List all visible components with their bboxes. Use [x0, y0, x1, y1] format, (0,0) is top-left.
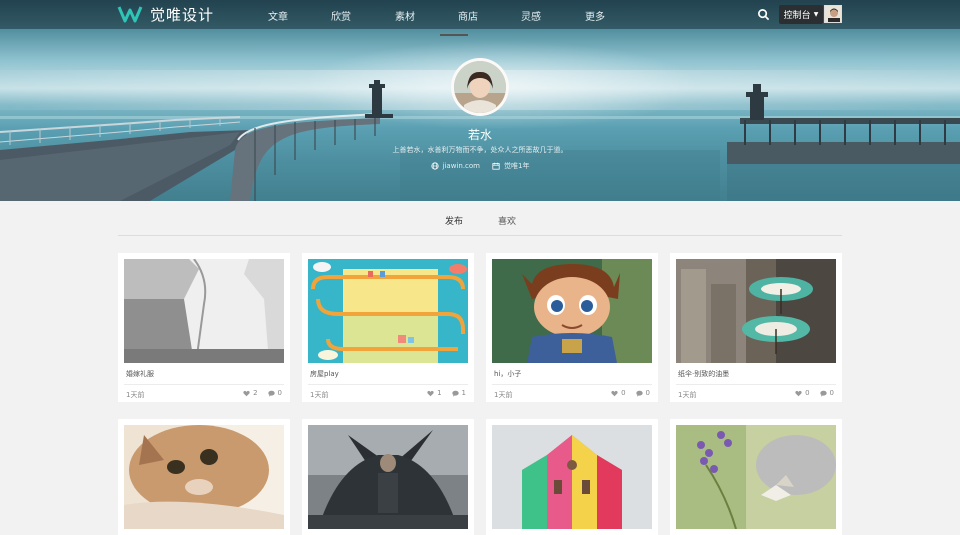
card-divider	[676, 384, 836, 385]
dark-knight-poster	[308, 425, 468, 529]
heart-icon[interactable]	[427, 390, 434, 397]
work-card[interactable]: 房屋play 1天前 1 1	[302, 253, 474, 402]
like-count: 0	[621, 389, 626, 397]
paper-umbrella-photo	[676, 259, 836, 363]
brand-name: 觉唯设计	[150, 5, 215, 24]
profile-avatar[interactable]	[451, 58, 509, 116]
comment-count: 0	[277, 389, 282, 397]
comment-icon[interactable]	[451, 390, 459, 397]
cartoon-boy-render	[492, 259, 652, 363]
active-tab-indicator	[440, 34, 468, 36]
brand-logo[interactable]: 觉唯设计	[117, 4, 214, 24]
calendar-icon	[492, 162, 500, 170]
work-card[interactable]	[486, 419, 658, 535]
comment-count: 0	[645, 389, 650, 397]
work-time: 1天前	[494, 391, 513, 399]
card-divider	[492, 384, 652, 385]
work-card[interactable]	[302, 419, 474, 535]
work-thumbnail[interactable]	[676, 425, 836, 529]
console-dropdown-button[interactable]: 控制台 ▼	[779, 5, 823, 24]
user-avatar-image	[825, 6, 841, 22]
work-thumbnail[interactable]	[492, 425, 652, 529]
tab-liked[interactable]: 喜欢	[498, 214, 516, 227]
console-label: 控制台	[783, 11, 811, 21]
work-title[interactable]: hi，小子	[494, 369, 521, 379]
work-thumbnail[interactable]	[308, 259, 468, 363]
nav-item-articles[interactable]: 文章	[268, 8, 288, 23]
work-title[interactable]: 房屋play	[310, 369, 339, 379]
nav-item-inspiration[interactable]: 灵感	[521, 8, 541, 23]
nav-item-materials[interactable]: 素材	[395, 8, 415, 23]
comment-icon[interactable]	[635, 390, 643, 397]
comment-icon[interactable]	[819, 390, 827, 397]
nav-item-shop[interactable]: 商店	[458, 8, 478, 23]
work-thumbnail[interactable]	[124, 425, 284, 529]
work-time: 1天前	[678, 391, 697, 399]
card-divider	[124, 384, 284, 385]
search-icon[interactable]	[757, 8, 770, 21]
comment-count: 0	[829, 389, 834, 397]
profile-avatar-image	[454, 61, 506, 113]
nav-item-showcase[interactable]: 欣赏	[331, 8, 351, 23]
like-count: 0	[805, 389, 810, 397]
comment-count: 1	[461, 389, 466, 397]
work-card[interactable]: 纸伞·别致的油墨 1天前 0 0	[670, 253, 842, 402]
butterfly-flowers-photo	[676, 425, 836, 529]
work-thumbnail[interactable]	[308, 425, 468, 529]
work-card[interactable]	[670, 419, 842, 535]
user-avatar[interactable]	[824, 5, 842, 23]
work-title[interactable]: 纸伞·别致的油墨	[678, 369, 729, 379]
profile-meta: jiawin.com 觉唯1年	[0, 161, 960, 171]
like-count: 2	[253, 389, 258, 397]
work-thumbnail[interactable]	[492, 259, 652, 363]
work-thumbnail[interactable]	[124, 259, 284, 363]
nav-item-more[interactable]: 更多	[585, 8, 605, 23]
tab-published[interactable]: 发布	[445, 214, 463, 227]
profile-name: 若水	[467, 128, 492, 142]
website-link[interactable]: jiawin.com	[430, 161, 480, 171]
chevron-down-icon: ▼	[813, 11, 819, 18]
work-card[interactable]: 婚嫁礼服 1天前 2 0	[118, 253, 290, 402]
work-title[interactable]: 婚嫁礼服	[126, 369, 154, 379]
joined-info: 觉唯1年	[492, 161, 529, 171]
globe-icon	[430, 162, 439, 170]
content-tabs: 发布 喜欢	[118, 201, 842, 236]
card-divider	[308, 384, 468, 385]
comment-icon[interactable]	[267, 390, 275, 397]
heart-icon[interactable]	[795, 390, 802, 397]
house-play-illustration	[308, 259, 468, 363]
work-card[interactable]	[118, 419, 290, 535]
work-thumbnail[interactable]	[676, 259, 836, 363]
bride-photo	[124, 259, 284, 363]
colorful-church-photo	[492, 425, 652, 529]
work-stats: 1 1	[427, 389, 466, 397]
work-time: 1天前	[310, 391, 329, 399]
joined-text: 觉唯1年	[504, 162, 530, 170]
like-count: 1	[437, 389, 442, 397]
profile-bio: 上善若水，水善利万物而不争，处众人之所恶故几于道。	[392, 146, 568, 154]
top-navbar: 觉唯设计 文章 欣赏 素材 商店 灵感 更多 控制台 ▼	[0, 0, 960, 29]
work-stats: 0 0	[611, 389, 650, 397]
work-stats: 2 0	[243, 389, 282, 397]
work-card[interactable]: hi，小子 1天前 0 0	[486, 253, 658, 402]
website-text: jiawin.com	[442, 162, 480, 170]
work-time: 1天前	[126, 391, 145, 399]
heart-icon[interactable]	[243, 390, 250, 397]
logo-icon	[117, 6, 143, 23]
heart-icon[interactable]	[611, 390, 618, 397]
work-stats: 0 0	[795, 389, 834, 397]
kitten-photo	[124, 425, 284, 529]
